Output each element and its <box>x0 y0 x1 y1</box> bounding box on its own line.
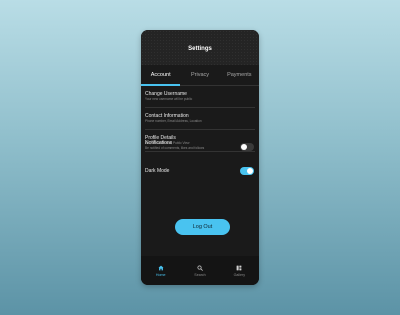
tab-label: Privacy <box>190 72 209 78</box>
toggle-knob <box>247 168 253 174</box>
nav-label: Search <box>194 272 206 277</box>
toggle-knob <box>241 144 247 150</box>
notifications-subtitle: Be notified of comments, likes and follo… <box>145 146 205 150</box>
tab-label: Payments <box>227 72 252 78</box>
gallery-icon <box>236 265 242 270</box>
log-out-button[interactable]: Log Out <box>175 219 230 235</box>
tab-privacy[interactable]: Privacy <box>180 65 219 85</box>
nav-label: Home <box>155 272 166 277</box>
tab-label: Account <box>150 72 171 78</box>
change-username-item[interactable]: Change Username Your new username will b… <box>145 86 255 108</box>
top-bar: Settings <box>141 30 259 65</box>
page-title: Settings <box>188 45 212 52</box>
dark-mode-setting: Dark Mode <box>141 167 259 175</box>
nav-search[interactable]: Search <box>180 256 219 285</box>
item-subtitle: Phone number, Email Address, Location <box>145 119 202 123</box>
search-icon <box>197 264 203 271</box>
home-icon <box>158 265 164 270</box>
nav-label: Gallery <box>233 272 246 277</box>
dark-mode-title: Dark Mode <box>145 168 170 174</box>
bottom-navigation: Home Search Gallery <box>141 256 259 285</box>
tab-payments[interactable]: Payments <box>220 65 259 85</box>
notifications-toggle[interactable] <box>240 143 254 151</box>
settings-screen: Settings Account Privacy Payments Change… <box>141 30 259 285</box>
settings-tabs: Account Privacy Payments <box>141 65 259 86</box>
contact-information-item[interactable]: Contact Information Phone number, Email … <box>145 108 255 130</box>
notifications-setting: Notifications Be notified of comments, l… <box>141 140 259 151</box>
tab-account[interactable]: Account <box>141 65 181 86</box>
dark-mode-toggle[interactable] <box>240 167 254 175</box>
nav-gallery[interactable]: Gallery <box>220 256 259 285</box>
nav-home[interactable]: Home <box>141 256 180 285</box>
item-subtitle: Your new username will be public <box>145 97 193 101</box>
